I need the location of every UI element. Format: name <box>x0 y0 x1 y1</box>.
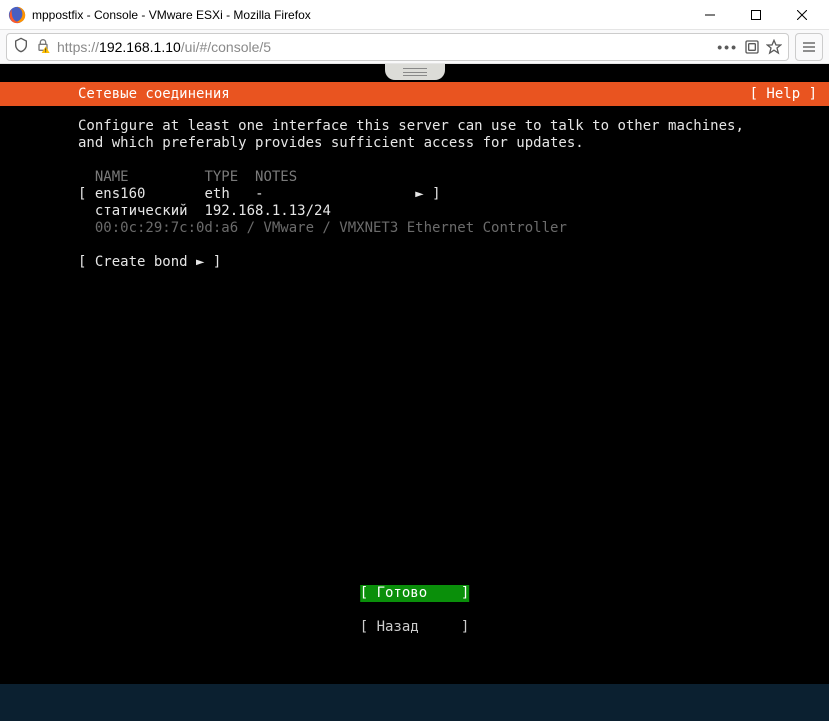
page-actions-icon[interactable]: ••• <box>717 39 738 55</box>
vm-console[interactable]: Сетевые соединения [ Help ] Configure at… <box>0 64 829 721</box>
back-label: Назад <box>377 619 419 635</box>
window-titlebar: mppostfix - Console - VMware ESXi - Mozi… <box>0 0 829 30</box>
iface-notes: - <box>255 186 263 202</box>
minimize-button[interactable] <box>687 0 733 30</box>
col-headers: NAME TYPE NOTES <box>78 169 297 185</box>
console-pull-tab[interactable] <box>385 64 445 80</box>
iface-type: eth <box>204 186 229 202</box>
bracket-close: ] <box>432 186 440 202</box>
window-title: mppostfix - Console - VMware ESXi - Mozi… <box>32 8 687 22</box>
back-button[interactable]: [ Назад ] <box>360 619 470 636</box>
iface-mac: 00:0c:29:7c:0d:a6 / VMware / VMXNET3 Eth… <box>95 220 567 236</box>
done-button[interactable]: [ Готово ] <box>360 585 470 602</box>
url-field[interactable]: https://192.168.1.10/ui/#/console/5 ••• <box>6 33 789 61</box>
done-label: Готово <box>377 585 428 601</box>
hamburger-menu-button[interactable] <box>795 33 823 61</box>
url-host: 192.168.1.10 <box>99 39 181 55</box>
url-end-icons: ••• <box>717 39 782 55</box>
col-notes: NOTES <box>255 169 297 185</box>
installer-header: Сетевые соединения [ Help ] <box>0 82 829 106</box>
bracket-open: [ <box>78 186 86 202</box>
maximize-button[interactable] <box>733 0 779 30</box>
reader-mode-icon[interactable] <box>744 39 760 55</box>
grip-lines-icon <box>403 68 427 76</box>
iface-addr: 192.168.1.13/24 <box>204 203 330 219</box>
url-text: https://192.168.1.10/ui/#/console/5 <box>57 39 271 55</box>
close-button[interactable] <box>779 0 825 30</box>
lock-warning-icon <box>35 37 51 56</box>
intro-line-2: and which preferably provides sufficient… <box>78 135 584 151</box>
firefox-icon <box>8 6 26 24</box>
url-scheme: https:// <box>57 39 99 55</box>
window-controls <box>687 0 825 30</box>
col-type: TYPE <box>204 169 238 185</box>
installer-title: Сетевые соединения <box>78 86 750 103</box>
installer-content: Configure at least one interface this se… <box>78 118 799 271</box>
col-name: NAME <box>95 169 129 185</box>
create-bond-button[interactable]: [ Create bond ► ] <box>78 254 221 270</box>
chevron-right-icon: ► <box>415 186 423 202</box>
iface-name: ens160 <box>95 186 146 202</box>
iface-mode: статический <box>95 203 188 219</box>
installer-bottom-buttons: [ Готово ] [ Назад ] <box>360 585 470 636</box>
iface-row[interactable]: [ ens160 eth - ► ] <box>78 186 441 202</box>
help-button[interactable]: [ Help ] <box>750 86 817 103</box>
shield-icon <box>13 37 29 56</box>
intro-line-1: Configure at least one interface this se… <box>78 118 744 134</box>
url-path: /ui/#/console/5 <box>181 39 271 55</box>
console-screen: Сетевые соединения [ Help ] Configure at… <box>0 64 829 684</box>
bookmark-star-icon[interactable] <box>766 39 782 55</box>
address-bar: https://192.168.1.10/ui/#/console/5 ••• <box>0 30 829 64</box>
